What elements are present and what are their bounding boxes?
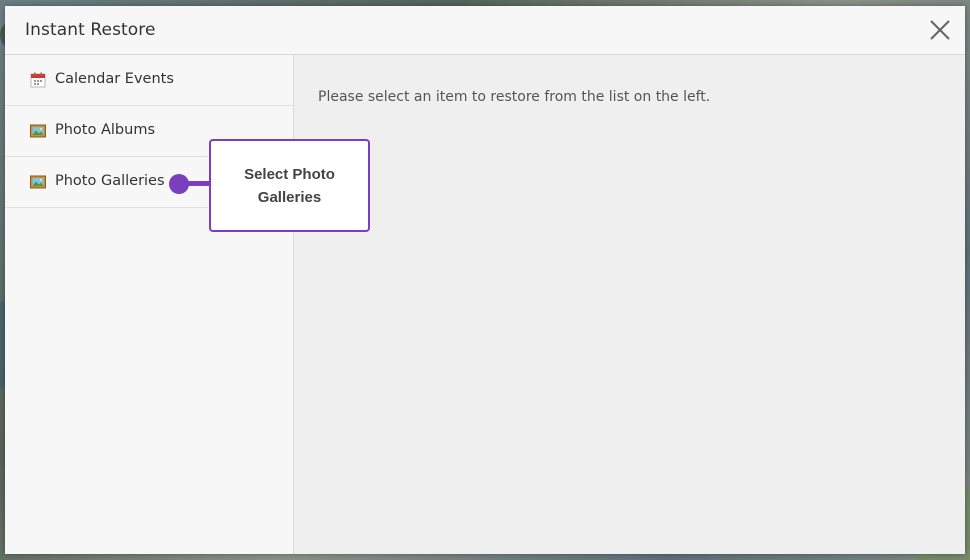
sidebar-item-label: Photo Albums — [55, 122, 155, 138]
instant-restore-dialog: Instant Restore Calendar Events Photo Al… — [5, 6, 965, 554]
callout-text: Select Photo Galleries — [244, 165, 335, 206]
dialog-header: Instant Restore — [5, 6, 965, 55]
instruction-text: Please select an item to restore from th… — [318, 89, 711, 105]
dialog-title: Instant Restore — [25, 20, 156, 40]
main-panel: Please select an item to restore from th… — [294, 55, 965, 554]
sidebar: Calendar Events Photo Albums Photo Galle… — [5, 55, 294, 554]
photo-icon — [30, 174, 46, 190]
close-button[interactable] — [929, 19, 951, 41]
close-icon — [930, 20, 950, 40]
callout-tooltip: Select Photo Galleries — [209, 139, 370, 232]
calendar-icon — [30, 72, 46, 88]
sidebar-item-label: Calendar Events — [55, 71, 174, 87]
sidebar-item-calendar-events[interactable]: Calendar Events — [5, 55, 293, 106]
photo-icon — [30, 123, 46, 139]
sidebar-item-label: Photo Galleries — [55, 173, 165, 189]
callout-pointer-dot — [169, 174, 189, 194]
